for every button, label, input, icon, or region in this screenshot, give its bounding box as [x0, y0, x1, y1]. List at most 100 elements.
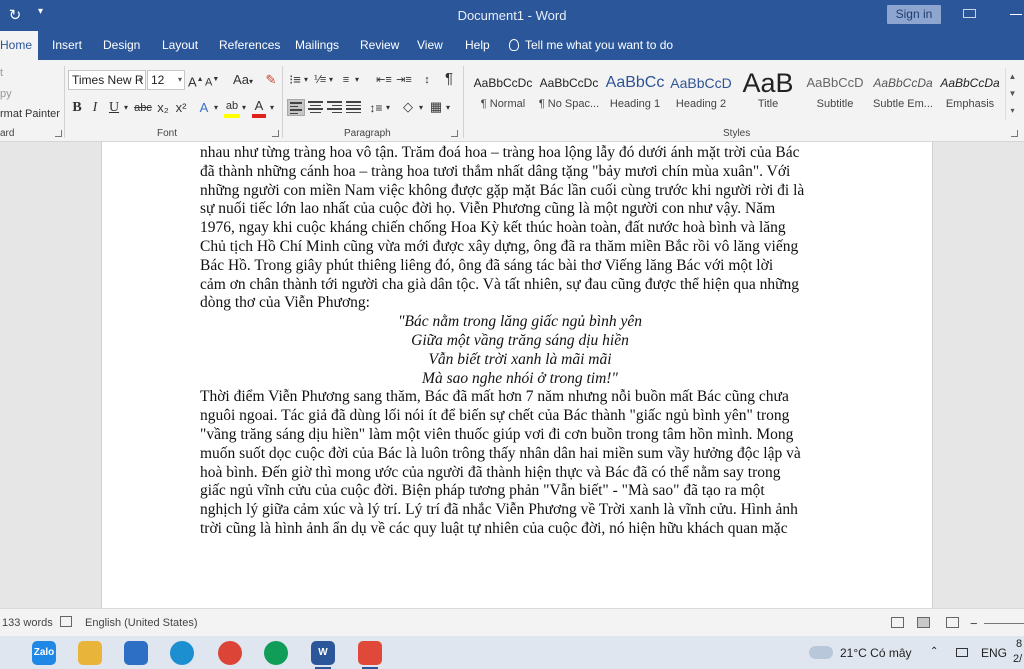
tell-me-search[interactable]: Tell me what you want to do: [525, 31, 673, 60]
font-size-box[interactable]: 12 ▾: [147, 70, 185, 90]
text-line[interactable]: đã thành những cánh hoa – tràng hoa tươi…: [200, 163, 840, 182]
text-effects-icon[interactable]: A: [197, 100, 211, 116]
chevron-down-icon[interactable]: ▾: [178, 71, 182, 89]
weather-widget[interactable]: 21°C Có mây: [840, 646, 912, 660]
poem-quote[interactable]: "Bác nằm trong lăng giấc ngủ bình yên Giữ…: [200, 313, 840, 388]
change-case-icon[interactable]: Aa▾: [230, 72, 256, 90]
text-line[interactable]: Chủ tịch Hồ Chí Minh cũng vừa mới được x…: [200, 238, 840, 257]
tab-review[interactable]: Review: [360, 31, 399, 60]
styles-gallery-scroll[interactable]: ▲ ▼ ▾: [1005, 68, 1019, 120]
sign-in-button[interactable]: Sign in: [887, 5, 941, 24]
print-layout-icon[interactable]: [917, 617, 930, 628]
document-page[interactable]: nhau như từng tràng hoa vô tận. Trăm đoá…: [101, 142, 933, 608]
borders-icon[interactable]: ▦: [429, 99, 443, 115]
chevron-down-icon[interactable]: ▾: [122, 100, 130, 116]
gallery-down-icon[interactable]: ▼: [1006, 85, 1019, 102]
gallery-up-icon[interactable]: ▲: [1006, 68, 1019, 85]
style-heading[interactable]: AaBbCcD Heading 2: [668, 68, 734, 120]
increase-indent-icon[interactable]: ⇥≡: [396, 72, 412, 88]
style-emphasis[interactable]: AaBbCcDa Emphasis: [937, 68, 1003, 120]
chevron-down-icon[interactable]: ▾: [384, 100, 392, 116]
decrease-indent-icon[interactable]: ⇤≡: [376, 72, 392, 88]
proofing-icon[interactable]: [60, 616, 72, 627]
microsoft-store-icon[interactable]: [124, 641, 148, 665]
font-color-icon[interactable]: A: [252, 98, 266, 114]
clear-formatting-icon[interactable]: ✎: [264, 72, 278, 88]
text-line[interactable]: hoà bình. Đến giờ thì mong ước của người…: [200, 464, 840, 483]
zalo-icon[interactable]: Zalo: [32, 641, 56, 665]
style-title[interactable]: AaB Title: [735, 68, 801, 120]
italic-button[interactable]: I: [89, 100, 101, 116]
font-dialog-launcher[interactable]: [272, 130, 279, 137]
subscript-button[interactable]: x₂: [156, 100, 170, 116]
language-status[interactable]: English (United States): [85, 617, 198, 629]
tab-layout[interactable]: Layout: [162, 31, 198, 60]
text-line[interactable]: Mà sao nghe nhói ở trong tim!": [200, 370, 840, 389]
bullets-icon[interactable]: ⁝≡: [288, 72, 302, 88]
ribbon-display-options-icon[interactable]: [963, 9, 976, 18]
superscript-button[interactable]: x²: [174, 100, 188, 116]
clock-date[interactable]: 2/: [1013, 653, 1022, 665]
text-line[interactable]: "vầng trăng sáng dịu hiền" làm một viên …: [200, 426, 840, 445]
tab-help[interactable]: Help: [465, 31, 490, 60]
text-line[interactable]: trời cũng là hình ảnh ẩn dụ về các quy l…: [200, 520, 840, 539]
web-layout-icon[interactable]: [946, 617, 959, 628]
styles-dialog-launcher[interactable]: [1011, 130, 1018, 137]
text-line[interactable]: nghịch lý giữa cảm xúc và lý trí. Lý trí…: [200, 501, 840, 520]
chevron-down-icon[interactable]: ▾: [302, 72, 310, 88]
shading-icon[interactable]: ◇: [400, 99, 416, 115]
chevron-down-icon[interactable]: ▾: [417, 100, 425, 116]
paragraph-1[interactable]: nhau như từng tràng hoa vô tận. Trăm đoá…: [200, 144, 840, 313]
grow-font-icon[interactable]: A▲: [188, 72, 204, 90]
highlight-icon[interactable]: ab: [224, 98, 240, 114]
chevron-down-icon[interactable]: ▾: [139, 71, 143, 89]
input-language[interactable]: ENG: [981, 646, 1007, 660]
chevron-down-icon[interactable]: ▾: [268, 100, 276, 116]
snipping-tool-icon[interactable]: [358, 641, 382, 669]
underline-button[interactable]: U: [107, 100, 121, 116]
tab-home[interactable]: Home: [0, 31, 38, 60]
clock-time[interactable]: 8: [1016, 638, 1022, 650]
font-name-box[interactable]: Times New R ▾: [68, 70, 146, 90]
multilevel-list-icon[interactable]: ≡: [339, 72, 353, 88]
text-line[interactable]: những người con miền Nam việc không được…: [200, 182, 840, 201]
strikethrough-button[interactable]: abc: [133, 100, 153, 116]
text-line[interactable]: Bác Hồ. Trong giây phút thiêng liêng đó,…: [200, 257, 840, 276]
sort-icon[interactable]: ↕: [421, 72, 433, 88]
text-line[interactable]: 1976, ngay khi cuộc kháng chiến chống Ho…: [200, 219, 840, 238]
tab-design[interactable]: Design: [103, 31, 140, 60]
chevron-down-icon[interactable]: ▾: [327, 72, 335, 88]
shrink-font-icon[interactable]: A▼: [205, 72, 219, 91]
tab-references[interactable]: References: [219, 31, 280, 60]
text-line[interactable]: Thời điểm Viễn Phương sang thăm, Bác đã …: [200, 388, 840, 407]
chrome-icon[interactable]: [218, 641, 242, 665]
text-line[interactable]: cảm ơn chân thành tới người cha già dân …: [200, 276, 840, 295]
chrome-profile-icon[interactable]: [264, 641, 288, 665]
text-line[interactable]: nhau như từng tràng hoa vô tận. Trăm đoá…: [200, 144, 840, 163]
text-line[interactable]: Vẫn biết trời xanh là mãi mãi: [200, 351, 840, 370]
body-text[interactable]: nhau như từng tràng hoa vô tận. Trăm đoá…: [200, 144, 840, 539]
chevron-down-icon[interactable]: ▾: [240, 100, 248, 116]
text-line[interactable]: nguôi ngoai. Tác giả đã dùng lối nói ít …: [200, 407, 840, 426]
show-formatting-icon[interactable]: ¶: [443, 71, 455, 87]
zoom-slider[interactable]: [984, 623, 1024, 624]
style-no-spac[interactable]: AaBbCcDc ¶ No Spac...: [536, 68, 602, 120]
text-line[interactable]: dòng thơ của Viễn Phương:: [200, 294, 840, 313]
tab-view[interactable]: View: [417, 31, 443, 60]
read-mode-icon[interactable]: [891, 617, 904, 628]
align-center-button[interactable]: [308, 101, 323, 114]
clipboard-dialog-launcher[interactable]: [55, 130, 62, 137]
line-spacing-icon[interactable]: ↕≡: [368, 100, 384, 116]
paragraph-2[interactable]: Thời điểm Viễn Phương sang thăm, Bác đã …: [200, 388, 840, 538]
text-line[interactable]: sự nuối tiếc lớn lao nhất của cuộc đời h…: [200, 200, 840, 219]
text-line[interactable]: muốn suốt dọc cuộc đời của Bác là luôn t…: [200, 445, 840, 464]
align-left-button[interactable]: [287, 99, 305, 116]
file-explorer-icon[interactable]: [78, 641, 102, 665]
numbering-icon[interactable]: ⅟≡: [313, 72, 327, 88]
gallery-more-icon[interactable]: ▾: [1006, 102, 1019, 119]
text-line[interactable]: giấc ngủ vĩnh cửu của cuộc đời. Biện phá…: [200, 482, 840, 501]
paragraph-dialog-launcher[interactable]: [451, 130, 458, 137]
tab-insert[interactable]: Insert: [52, 31, 82, 60]
text-line[interactable]: "Bác nằm trong lăng giấc ngủ bình yên: [200, 313, 840, 332]
justify-button[interactable]: [346, 101, 361, 114]
